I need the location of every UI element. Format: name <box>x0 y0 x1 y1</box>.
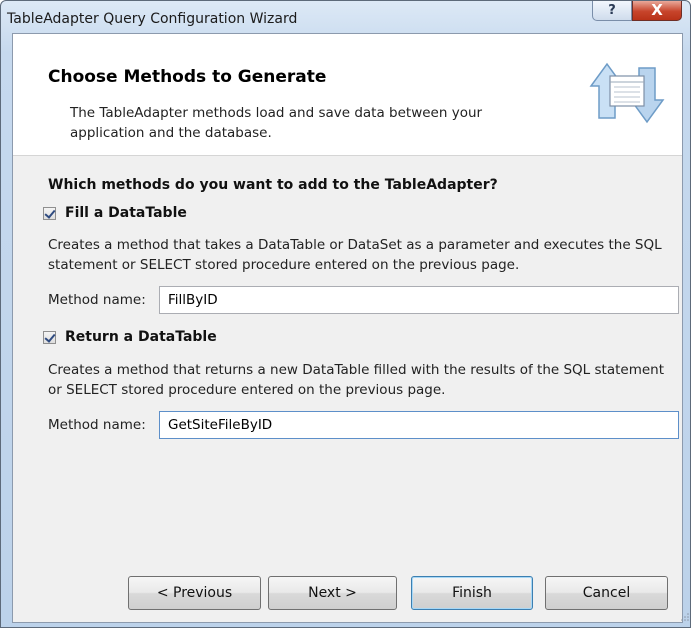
fill-method-name-input[interactable] <box>159 286 679 314</box>
window-title: TableAdapter Query Configuration Wizard <box>7 11 298 27</box>
wizard-arrows-icon <box>589 62 665 124</box>
fill-datatable-checkbox[interactable] <box>43 206 56 220</box>
fill-datatable-option[interactable]: Fill a DataTable <box>43 205 187 221</box>
fill-datatable-label[interactable]: Fill a DataTable <box>65 205 187 221</box>
methods-question: Which methods do you want to add to the … <box>48 177 498 193</box>
return-method-name-label: Method name: <box>48 417 146 433</box>
return-datatable-checkbox[interactable] <box>43 330 56 344</box>
fill-method-name-label: Method name: <box>48 292 146 308</box>
help-icon: ? <box>608 3 616 18</box>
finish-button[interactable]: Finish <box>411 576 533 610</box>
wizard-window: TableAdapter Query Configuration Wizard … <box>0 0 691 628</box>
return-method-name-input[interactable] <box>159 411 679 439</box>
page-description: The TableAdapter methods load and save d… <box>70 105 483 141</box>
wizard-header: Choose Methods to Generate The TableAdap… <box>13 34 682 156</box>
fill-datatable-description: Creates a method that takes a DataTable … <box>48 237 662 273</box>
close-icon: X <box>651 1 663 19</box>
title-bar[interactable]: TableAdapter Query Configuration Wizard … <box>1 1 690 33</box>
return-datatable-option[interactable]: Return a DataTable <box>43 329 217 345</box>
cancel-button[interactable]: Cancel <box>545 576 668 610</box>
next-button[interactable]: Next > <box>268 576 397 610</box>
previous-button[interactable]: < Previous <box>128 576 261 610</box>
help-button[interactable]: ? <box>592 1 632 21</box>
wizard-content: Choose Methods to Generate The TableAdap… <box>12 33 683 623</box>
close-button[interactable]: X <box>632 1 682 21</box>
return-datatable-description: Creates a method that returns a new Data… <box>48 362 665 398</box>
page-title: Choose Methods to Generate <box>48 67 327 87</box>
return-datatable-label[interactable]: Return a DataTable <box>65 329 217 345</box>
resize-grip-icon[interactable] <box>681 613 689 621</box>
